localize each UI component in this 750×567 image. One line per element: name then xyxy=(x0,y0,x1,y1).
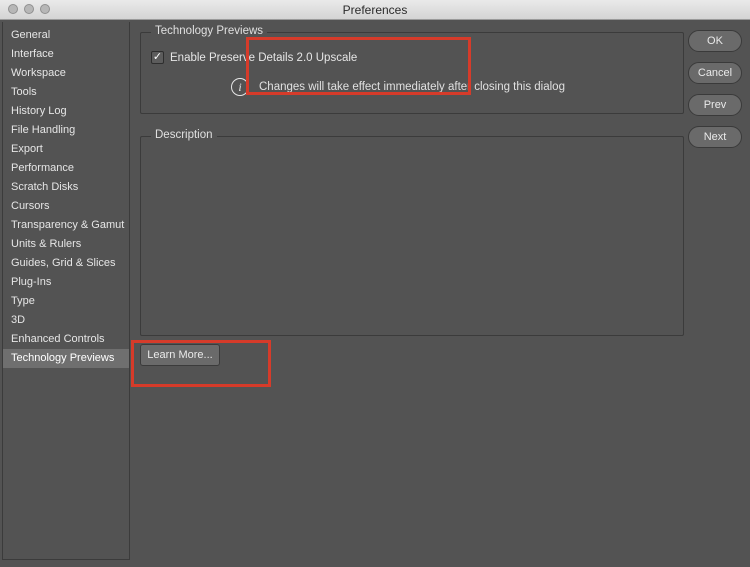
info-text: Changes will take effect immediately aft… xyxy=(259,81,565,93)
info-row: i Changes will take effect immediately a… xyxy=(151,78,673,96)
learn-more-button[interactable]: Learn More... xyxy=(140,344,220,366)
sidebar-item-export[interactable]: Export xyxy=(3,140,129,159)
sidebar-item-plug-ins[interactable]: Plug-Ins xyxy=(3,273,129,292)
sidebar-item-cursors[interactable]: Cursors xyxy=(3,197,129,216)
window-controls xyxy=(8,4,50,14)
window-title: Preferences xyxy=(0,0,750,20)
description-group: Description xyxy=(140,136,684,336)
maximize-window-button[interactable] xyxy=(40,4,50,14)
sidebar: General Interface Workspace Tools Histor… xyxy=(2,22,130,560)
sidebar-item-general[interactable]: General xyxy=(3,26,129,45)
sidebar-item-type[interactable]: Type xyxy=(3,292,129,311)
technology-previews-group: Technology Previews ✓ Enable Preserve De… xyxy=(140,32,684,114)
sidebar-item-tools[interactable]: Tools xyxy=(3,83,129,102)
right-button-column: OK Cancel Prev Next xyxy=(690,20,750,567)
prev-button[interactable]: Prev xyxy=(688,94,742,116)
ok-button[interactable]: OK xyxy=(688,30,742,52)
cancel-button[interactable]: Cancel xyxy=(688,62,742,84)
sidebar-item-history-log[interactable]: History Log xyxy=(3,102,129,121)
sidebar-item-scratch-disks[interactable]: Scratch Disks xyxy=(3,178,129,197)
sidebar-item-workspace[interactable]: Workspace xyxy=(3,64,129,83)
sidebar-item-transparency-gamut[interactable]: Transparency & Gamut xyxy=(3,216,129,235)
sidebar-item-units-rulers[interactable]: Units & Rulers xyxy=(3,235,129,254)
enable-preserve-details-checkbox[interactable]: ✓ xyxy=(151,51,164,64)
enable-preserve-details-row: ✓ Enable Preserve Details 2.0 Upscale xyxy=(151,51,673,64)
sidebar-item-interface[interactable]: Interface xyxy=(3,45,129,64)
check-icon: ✓ xyxy=(153,52,162,63)
sidebar-item-file-handling[interactable]: File Handling xyxy=(3,121,129,140)
titlebar: Preferences xyxy=(0,0,750,20)
window-body: General Interface Workspace Tools Histor… xyxy=(0,20,750,567)
sidebar-item-enhanced-controls[interactable]: Enhanced Controls xyxy=(3,330,129,349)
enable-preserve-details-label: Enable Preserve Details 2.0 Upscale xyxy=(170,52,357,64)
info-icon: i xyxy=(231,78,249,96)
technology-previews-legend: Technology Previews xyxy=(151,25,267,37)
sidebar-item-performance[interactable]: Performance xyxy=(3,159,129,178)
main-panel: Technology Previews ✓ Enable Preserve De… xyxy=(130,20,690,567)
sidebar-item-technology-previews[interactable]: Technology Previews xyxy=(3,349,129,368)
next-button[interactable]: Next xyxy=(688,126,742,148)
sidebar-item-3d[interactable]: 3D xyxy=(3,311,129,330)
description-legend: Description xyxy=(151,129,217,141)
preferences-window: Preferences General Interface Workspace … xyxy=(0,0,750,567)
minimize-window-button[interactable] xyxy=(24,4,34,14)
sidebar-item-guides-grid-slices[interactable]: Guides, Grid & Slices xyxy=(3,254,129,273)
close-window-button[interactable] xyxy=(8,4,18,14)
